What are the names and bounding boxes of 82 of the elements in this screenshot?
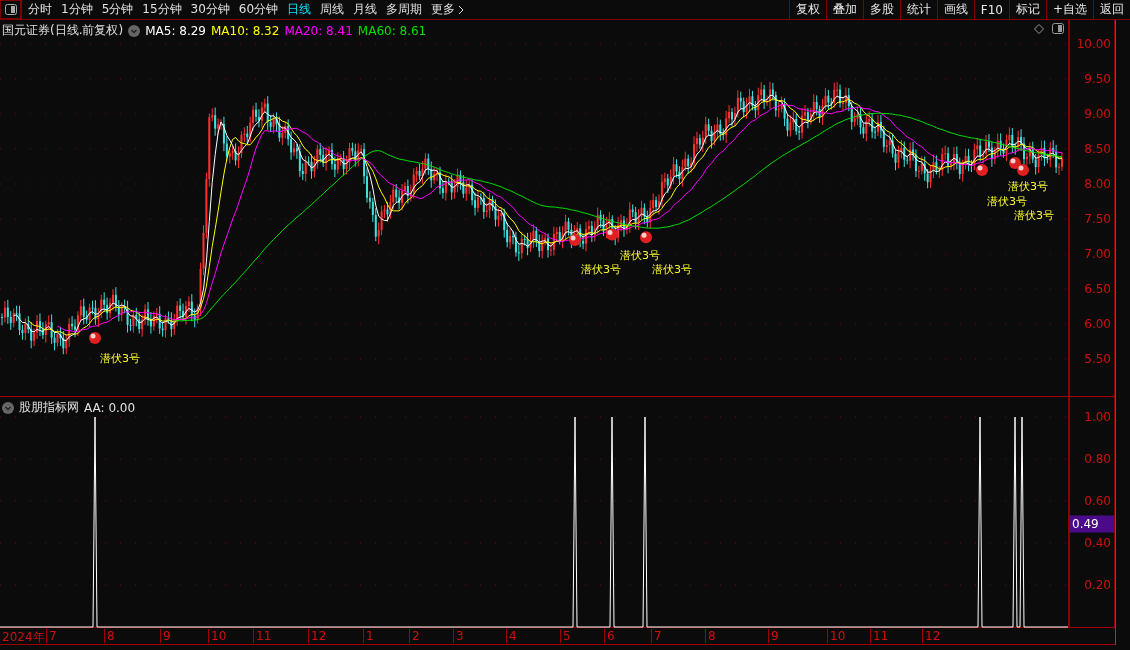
axis-label: 8.00 <box>1084 177 1111 191</box>
date-label: 11 <box>253 629 272 643</box>
signal-label: 潜伏3号 <box>987 194 1027 209</box>
axis-label: 0.60 <box>1084 494 1111 508</box>
collapse-icon[interactable] <box>128 24 141 37</box>
signal-ball-icon <box>1017 164 1029 176</box>
signal-ball-icon <box>640 231 652 244</box>
layout-toggle-icon[interactable] <box>1052 23 1064 34</box>
collapse-icon[interactable] <box>2 401 14 414</box>
date-label: 5 <box>560 629 571 643</box>
date-label: 10 <box>208 629 227 643</box>
chevron-right-icon <box>458 4 465 15</box>
period-tab[interactable]: 60分钟 <box>238 1 279 18</box>
toolbar-button[interactable]: 统计 <box>899 0 937 19</box>
period-tab[interactable]: 周线 <box>320 1 345 18</box>
axis-label: 6.00 <box>1084 317 1111 331</box>
date-label: 3 <box>453 629 464 643</box>
date-label: 4 <box>506 629 517 643</box>
axis-label: 10.00 <box>1076 37 1111 51</box>
date-label: 2 <box>409 629 420 643</box>
axis-label: 0.80 <box>1084 452 1111 466</box>
cursor-value: 0.49 <box>1070 515 1114 533</box>
axis-label: 7.50 <box>1084 212 1111 226</box>
date-label: 7 <box>46 629 57 643</box>
toolbar-button[interactable]: 返回 <box>1093 0 1130 19</box>
period-tab[interactable]: 15分钟 <box>142 1 182 18</box>
signal-label: 潜伏3号 <box>100 351 140 366</box>
signal-ball-icon <box>1009 157 1021 169</box>
axis-label: 7.00 <box>1084 247 1111 261</box>
axis-label: 8.50 <box>1084 142 1111 156</box>
date-label: 9 <box>768 629 779 643</box>
period-tab[interactable]: 1分钟 <box>61 1 93 18</box>
signal-ball-icon <box>606 228 618 241</box>
date-label: 2024年 <box>1 629 45 646</box>
period-tab[interactable]: 月线 <box>353 1 378 18</box>
ma-legend: MA60: 8.61 <box>357 23 427 38</box>
signal-ball-icon <box>976 164 988 176</box>
period-tab[interactable]: 多周期 <box>386 1 423 18</box>
axis-label: 5.50 <box>1084 352 1111 366</box>
period-tab[interactable]: 分时 <box>28 1 52 18</box>
axis-label: 6.50 <box>1084 282 1111 296</box>
toolbar-button[interactable]: 复权 <box>788 0 826 19</box>
date-label: 12 <box>922 629 941 643</box>
signal-label: 潜伏3号 <box>581 262 621 277</box>
date-label: 8 <box>104 629 115 643</box>
indicator-title: 股朋指标网 <box>19 399 79 416</box>
date-label: 12 <box>308 629 327 643</box>
indicator-reading: AA: 0.00 <box>84 400 136 415</box>
toolbar-button[interactable]: +自选 <box>1045 0 1093 19</box>
axis-label: 1.00 <box>1084 410 1111 424</box>
ma-legend: MA10: 8.32 <box>210 23 280 38</box>
period-tab[interactable]: 30分钟 <box>190 1 230 18</box>
date-label: 6 <box>604 629 615 643</box>
signal-label: 潜伏3号 <box>620 248 660 263</box>
axis-label: 9.00 <box>1084 107 1111 121</box>
axis-label: 0.20 <box>1084 578 1111 592</box>
date-label: 11 <box>870 629 889 643</box>
chart-title: 国元证券(日线.前复权) <box>2 22 124 39</box>
date-label: 9 <box>160 629 171 643</box>
signal-ball-icon <box>89 332 101 344</box>
date-label: 10 <box>827 629 846 643</box>
layout-toggle-icon[interactable] <box>0 0 22 19</box>
ma-legend: MA20: 8.41 <box>284 23 353 38</box>
axis-label: 0.40 <box>1084 536 1111 550</box>
axis-label: 9.50 <box>1084 72 1111 86</box>
date-label: 7 <box>651 629 662 643</box>
signal-label: 潜伏3号 <box>1008 179 1048 194</box>
signal-label: 潜伏3号 <box>1014 208 1054 223</box>
diamond-icon[interactable] <box>1034 23 1044 34</box>
toolbar-button[interactable]: F10 <box>973 0 1009 19</box>
toolbar-button[interactable]: 画线 <box>936 0 974 19</box>
signal-label: 潜伏3号 <box>652 262 692 277</box>
period-tab[interactable]: 5分钟 <box>101 1 134 18</box>
toolbar-button[interactable]: 叠加 <box>825 0 863 19</box>
toolbar-button[interactable]: 标记 <box>1008 0 1046 19</box>
ma-legend: MA5: 8.29 <box>145 23 206 38</box>
period-tab[interactable]: 更多 <box>431 1 465 18</box>
date-label: 8 <box>705 629 716 643</box>
toolbar-button[interactable]: 多股 <box>862 0 900 19</box>
period-tab[interactable]: 日线 <box>287 1 312 18</box>
signal-ball-icon <box>569 234 581 246</box>
date-label: 1 <box>363 629 374 643</box>
